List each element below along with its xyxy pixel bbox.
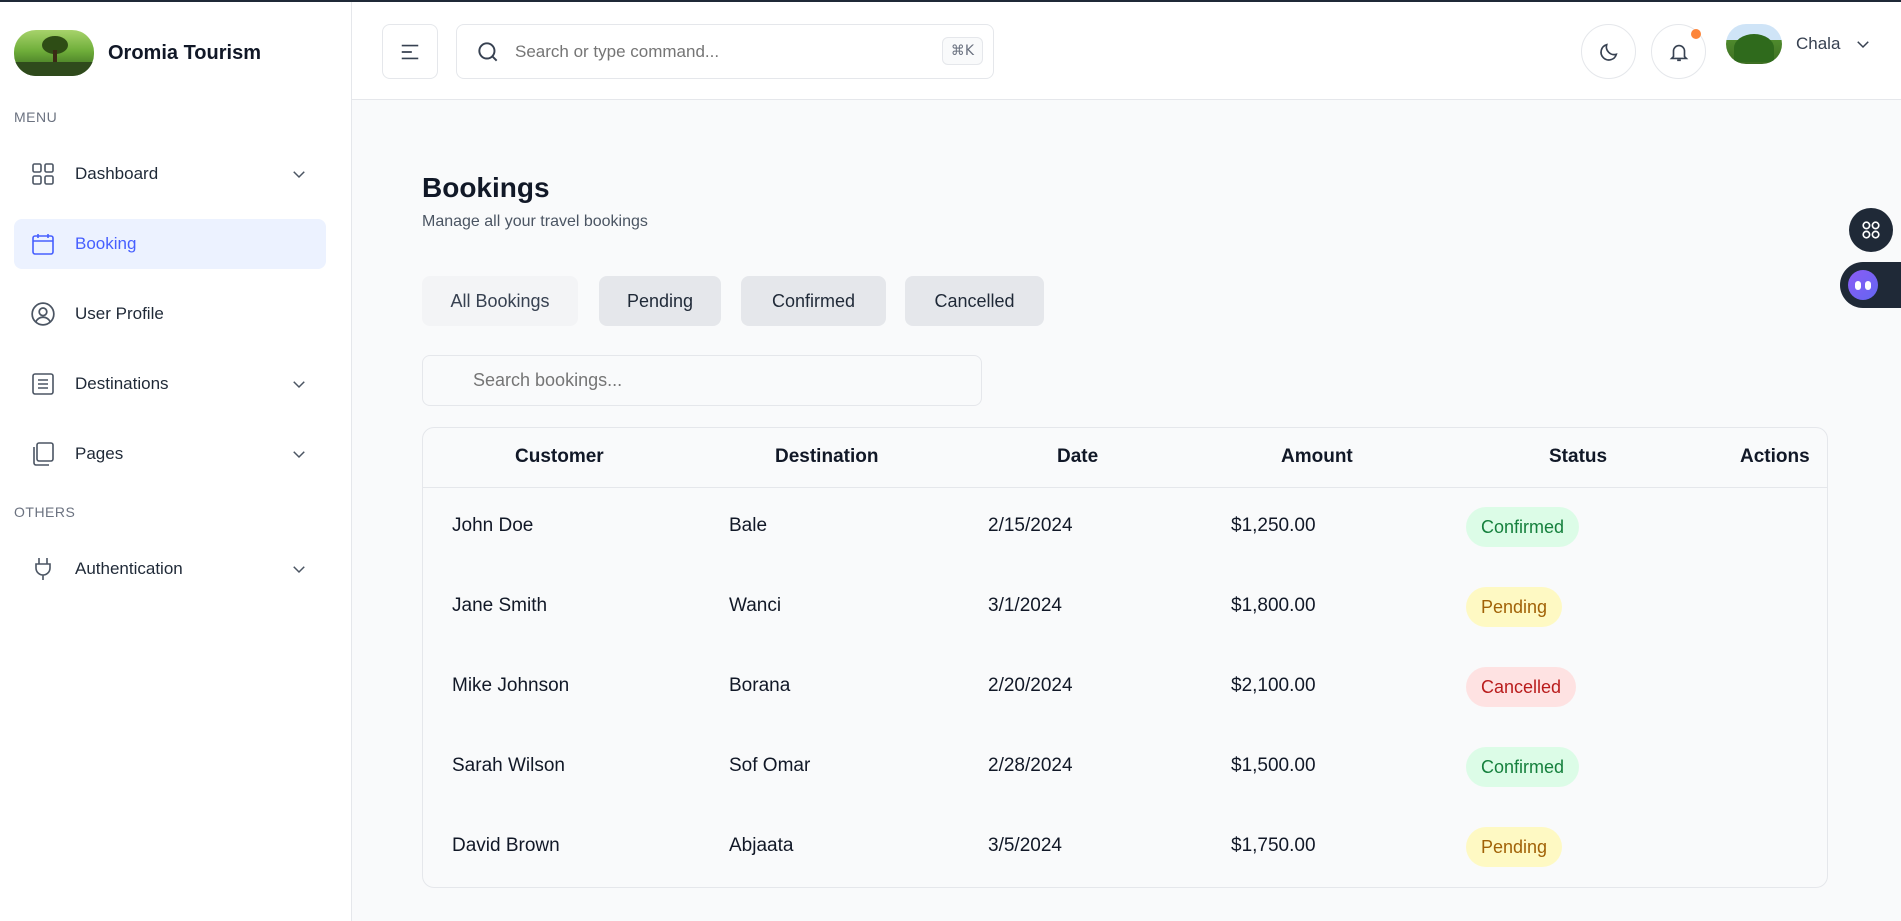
cell-amount: $1,500.00	[1231, 755, 1316, 776]
status-badge: Pending	[1466, 587, 1563, 627]
column-header-customer[interactable]: Customer	[515, 446, 604, 468]
notification-dot	[1691, 29, 1701, 39]
column-header-actions[interactable]: Actions	[1740, 446, 1810, 468]
cell-destination: Borana	[729, 675, 791, 696]
sidebar-item-dashboard[interactable]: Dashboard	[14, 149, 326, 199]
notifications-button[interactable]	[1651, 24, 1706, 79]
sidebar-item-authentication[interactable]: Authentication	[14, 544, 326, 594]
cell-amount: $2,100.00	[1231, 675, 1316, 696]
cell-customer: Mike Johnson	[452, 675, 570, 696]
moon-icon	[1599, 42, 1618, 61]
dark-mode-toggle[interactable]	[1581, 24, 1636, 79]
page-subtitle: Manage all your travel bookings	[422, 213, 648, 230]
chevron-down-icon	[293, 171, 305, 179]
filter-tab-all-bookings[interactable]: All Bookings	[422, 276, 578, 326]
page-title: Bookings	[422, 172, 550, 203]
cell-destination: Abjaata	[729, 835, 794, 856]
top-header: ⌘K Chala	[352, 2, 1901, 100]
filter-tab-cancelled[interactable]: Cancelled	[905, 276, 1044, 326]
sidebar-item-user-profile[interactable]: User Profile	[14, 289, 326, 339]
table-header: Customer Destination Date Amount Status …	[423, 428, 1827, 488]
chevron-down-icon	[1857, 41, 1870, 49]
sidebar-item-label: Dashboard	[75, 164, 159, 183]
cell-customer: John Doe	[452, 515, 534, 536]
apps-widget-button[interactable]	[1849, 208, 1893, 252]
chevron-down-icon	[293, 566, 305, 574]
table-row[interactable]: Sarah Wilson Sof Omar 2/28/2024 $1,500.0…	[423, 727, 1827, 807]
bell-icon	[1669, 44, 1688, 61]
sidebar-toggle-button[interactable]	[382, 24, 438, 79]
search-icon	[478, 41, 498, 61]
cell-date: 2/20/2024	[988, 675, 1073, 696]
global-search[interactable]: ⌘K	[456, 24, 994, 79]
column-header-amount[interactable]: Amount	[1281, 446, 1353, 468]
cell-date: 2/28/2024	[988, 755, 1073, 776]
table-row[interactable]: Jane Smith Wanci 3/1/2024 $1,800.00 Pend…	[423, 567, 1827, 647]
sidebar-item-destinations[interactable]: Destinations	[14, 359, 326, 409]
sidebar-item-label: Booking	[75, 234, 137, 253]
cell-customer: David Brown	[452, 835, 560, 856]
column-header-destination[interactable]: Destination	[775, 446, 878, 468]
bookings-search-input[interactable]	[473, 370, 953, 391]
table-row[interactable]: John Doe Bale 2/15/2024 $1,250.00 Confir…	[423, 487, 1827, 567]
calendar-icon	[30, 231, 56, 257]
column-header-status[interactable]: Status	[1549, 446, 1607, 468]
others-section-label: OTHERS	[14, 504, 76, 520]
cell-amount: $1,250.00	[1231, 515, 1316, 536]
avatar	[1726, 24, 1782, 64]
sidebar-item-booking[interactable]: Booking	[14, 219, 326, 269]
plug-icon	[30, 556, 56, 582]
cell-date: 3/1/2024	[988, 595, 1062, 616]
pages-icon	[30, 441, 56, 467]
chevron-down-icon	[293, 381, 305, 389]
user-circle-icon	[30, 301, 56, 327]
list-icon	[30, 371, 56, 397]
cell-destination: Sof Omar	[729, 755, 811, 776]
table-row[interactable]: Mike Johnson Borana 2/20/2024 $2,100.00 …	[423, 647, 1827, 727]
table-row[interactable]: David Brown Abjaata 3/5/2024 $1,750.00 P…	[423, 807, 1827, 887]
cell-destination: Bale	[729, 515, 768, 536]
assistant-widget-button[interactable]	[1840, 262, 1901, 308]
cell-customer: Jane Smith	[452, 595, 548, 616]
cell-date: 3/5/2024	[988, 835, 1062, 856]
cell-amount: $1,750.00	[1231, 835, 1316, 856]
app-window: Oromia Tourism MENU Dashboard Booking Us…	[0, 0, 1901, 921]
status-badge: Confirmed	[1466, 747, 1580, 787]
sidebar-item-pages[interactable]: Pages	[14, 429, 326, 479]
bookings-search[interactable]	[422, 355, 982, 406]
global-search-input[interactable]	[515, 41, 935, 62]
sidebar-item-label: Pages	[75, 444, 124, 463]
status-badge: Confirmed	[1466, 507, 1580, 547]
filter-tab-confirmed[interactable]: Confirmed	[741, 276, 886, 326]
sidebar-item-label: User Profile	[75, 304, 164, 323]
grid-icon	[30, 161, 56, 187]
brand-logo	[14, 30, 94, 76]
filter-tab-pending[interactable]: Pending	[599, 276, 721, 326]
brand[interactable]: Oromia Tourism	[14, 30, 261, 76]
brand-name: Oromia Tourism	[108, 41, 261, 64]
chevron-down-icon	[293, 451, 305, 459]
menu-icon	[401, 44, 419, 59]
status-badge: Pending	[1466, 827, 1563, 867]
cell-date: 2/15/2024	[988, 515, 1073, 536]
assistant-bot-icon	[1848, 270, 1878, 300]
shortcut-hint: ⌘K	[941, 37, 983, 65]
cell-customer: Sarah Wilson	[452, 755, 565, 776]
column-header-date[interactable]: Date	[1057, 446, 1098, 468]
apps-icon	[1862, 221, 1880, 239]
menu-section-label: MENU	[14, 109, 58, 125]
sidebar: Oromia Tourism MENU Dashboard Booking Us…	[0, 2, 352, 921]
main-content: Bookings Manage all your travel bookings…	[352, 100, 1901, 921]
user-name: Chala	[1796, 34, 1841, 53]
sidebar-item-label: Authentication	[75, 559, 183, 578]
cell-destination: Wanci	[729, 595, 782, 616]
bookings-table: Customer Destination Date Amount Status …	[422, 427, 1828, 888]
user-menu[interactable]: Chala	[1726, 24, 1872, 64]
cell-amount: $1,800.00	[1231, 595, 1316, 616]
status-badge: Cancelled	[1466, 667, 1577, 707]
sidebar-item-label: Destinations	[75, 374, 169, 393]
